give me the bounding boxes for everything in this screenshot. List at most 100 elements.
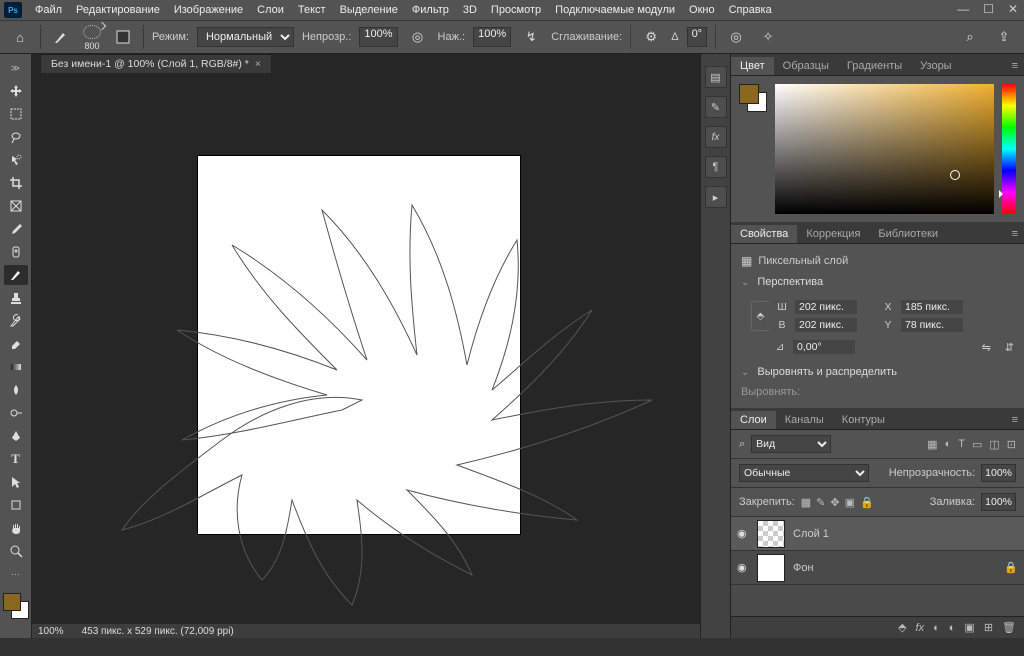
menu-filter[interactable]: Фильтр	[405, 2, 456, 18]
layer-thumbnail[interactable]	[757, 554, 785, 582]
dock-paragraph-icon[interactable]: ¶	[705, 156, 727, 178]
link-layers-icon[interactable]: ⬘	[898, 621, 906, 634]
tab-swatches[interactable]: Образцы	[774, 57, 838, 75]
filter-type-icon[interactable]: T	[958, 438, 965, 451]
zoom-tool[interactable]	[4, 541, 28, 561]
pressure-size-icon[interactable]: ◎	[724, 25, 748, 49]
zoom-level[interactable]: 100%	[38, 626, 64, 637]
tab-properties[interactable]: Свойства	[731, 225, 797, 243]
dock-fx-icon[interactable]: fx	[705, 126, 727, 148]
gear-icon[interactable]: ⚙	[639, 25, 663, 49]
layer-filter-select[interactable]: Вид	[751, 435, 831, 453]
visibility-icon[interactable]: ◉	[737, 527, 749, 540]
tab-close-icon[interactable]: ×	[255, 58, 261, 70]
document-tab[interactable]: Без имени-1 @ 100% (Слой 1, RGB/8#) * ×	[40, 54, 272, 74]
menu-select[interactable]: Выделение	[333, 2, 405, 18]
dock-actions-icon[interactable]: ▸	[705, 186, 727, 208]
shape-tool[interactable]	[4, 495, 28, 515]
layer-row[interactable]: ◉ Фон 🔒	[731, 551, 1024, 585]
lock-position-icon[interactable]: ✥	[830, 496, 839, 509]
blend-mode-select[interactable]: Нормальный	[197, 27, 294, 47]
search-button[interactable]: ⌕	[958, 25, 982, 49]
symmetry-icon[interactable]: ✧	[756, 25, 780, 49]
close-button[interactable]: ✕	[1008, 2, 1018, 16]
tab-paths[interactable]: Контуры	[833, 411, 894, 429]
minimize-button[interactable]: —	[957, 2, 969, 16]
visibility-icon[interactable]: ◉	[737, 561, 749, 574]
menu-3d[interactable]: 3D	[456, 2, 484, 18]
tab-gradients[interactable]: Градиенты	[838, 57, 911, 75]
move-tool[interactable]	[4, 81, 28, 101]
pressure-opacity-icon[interactable]: ◎	[406, 25, 430, 49]
align-section-header[interactable]: Выровнять и распределить	[741, 362, 1014, 382]
x-input[interactable]	[901, 300, 963, 314]
menu-window[interactable]: Окно	[682, 2, 722, 18]
quick-select-tool[interactable]	[4, 150, 28, 170]
tab-libraries[interactable]: Библиотеки	[869, 225, 947, 243]
healing-tool[interactable]	[4, 242, 28, 262]
lock-all-icon[interactable]: 🔒	[860, 496, 874, 509]
layer-name[interactable]: Фон	[793, 562, 814, 574]
flow-input[interactable]: 100%	[473, 27, 511, 47]
blend-mode-layer-select[interactable]: Обычные	[739, 464, 869, 482]
lock-pixels-icon[interactable]: ✎	[816, 496, 825, 509]
constrain-proportions-icon[interactable]: ⬘	[751, 301, 769, 331]
flip-vertical-icon[interactable]: ⇵	[1005, 341, 1014, 354]
menu-text[interactable]: Текст	[291, 2, 333, 18]
height-input[interactable]	[795, 318, 857, 332]
tab-color[interactable]: Цвет	[731, 57, 774, 75]
new-group-icon[interactable]: ▣	[964, 621, 974, 634]
menu-help[interactable]: Справка	[722, 2, 779, 18]
eraser-tool[interactable]	[4, 334, 28, 354]
toolbar-handle[interactable]: ≫	[4, 58, 28, 78]
color-field[interactable]	[775, 84, 994, 214]
menu-plugins[interactable]: Подключаемые модули	[548, 2, 682, 18]
menu-view[interactable]: Просмотр	[484, 2, 548, 18]
filter-smart-icon[interactable]: ◫	[989, 438, 999, 451]
blur-tool[interactable]	[4, 380, 28, 400]
new-fill-icon[interactable]: ◐	[949, 622, 956, 634]
width-input[interactable]	[795, 300, 857, 314]
path-select-tool[interactable]	[4, 472, 28, 492]
transform-section-header[interactable]: Перспектива	[741, 272, 1014, 292]
tab-channels[interactable]: Каналы	[776, 411, 833, 429]
opacity-input[interactable]: 100%	[359, 27, 397, 47]
hand-tool[interactable]	[4, 518, 28, 538]
fill-input[interactable]: 100%	[981, 493, 1016, 511]
delete-layer-icon[interactable]: 🗑	[1002, 621, 1016, 634]
layer-opacity-input[interactable]: 100%	[981, 464, 1016, 482]
lock-transparent-icon[interactable]: ▩	[801, 496, 811, 509]
maximize-button[interactable]: ☐	[983, 2, 994, 16]
tab-adjustments[interactable]: Коррекция	[797, 225, 869, 243]
frame-tool[interactable]	[4, 196, 28, 216]
gradient-tool[interactable]	[4, 357, 28, 377]
brush-settings-button[interactable]	[111, 25, 135, 49]
filter-shape-icon[interactable]: ▭	[972, 438, 982, 451]
angle-input[interactable]: 0°	[687, 27, 708, 47]
home-button[interactable]: ⌂	[8, 25, 32, 49]
filter-pixel-icon[interactable]: ▦	[927, 438, 937, 451]
layer-fx-icon[interactable]: fx	[916, 622, 925, 634]
crop-tool[interactable]	[4, 173, 28, 193]
layer-name[interactable]: Слой 1	[793, 528, 829, 540]
brush-preset-picker[interactable]: 800	[81, 23, 103, 51]
stamp-tool[interactable]	[4, 288, 28, 308]
tab-patterns[interactable]: Узоры	[911, 57, 960, 75]
color-swatch-mini[interactable]	[739, 84, 767, 112]
history-brush-tool[interactable]	[4, 311, 28, 331]
dodge-tool[interactable]	[4, 403, 28, 423]
filter-adjust-icon[interactable]: ◐	[945, 438, 952, 451]
hue-slider[interactable]	[1002, 84, 1016, 214]
tab-layers[interactable]: Слои	[731, 411, 776, 429]
layer-thumbnail[interactable]	[757, 520, 785, 548]
type-tool[interactable]: T	[4, 449, 28, 469]
color-swatch[interactable]	[3, 593, 29, 619]
eyedropper-tool[interactable]	[4, 219, 28, 239]
menu-edit[interactable]: Редактирование	[69, 2, 167, 18]
layer-mask-icon[interactable]: ◐	[933, 622, 940, 634]
lock-artboard-icon[interactable]: ▣	[845, 496, 855, 509]
flip-horizontal-icon[interactable]: ⇋	[982, 341, 991, 354]
y-input[interactable]	[901, 318, 963, 332]
dock-history-icon[interactable]: ▤	[705, 66, 727, 88]
layers-panel-menu-icon[interactable]: ≡	[1006, 411, 1024, 429]
